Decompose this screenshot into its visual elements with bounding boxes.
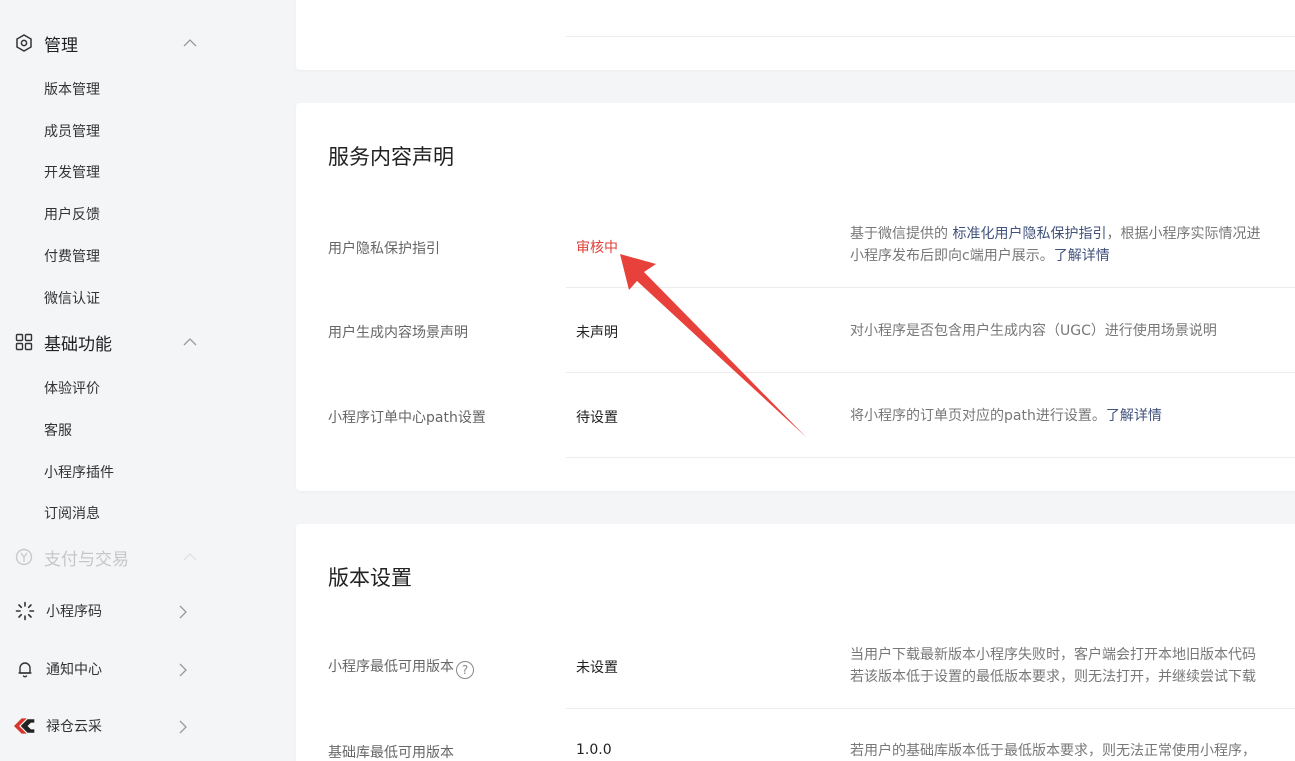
bell-icon: [14, 658, 36, 680]
sidebar-item-customer-service[interactable]: 客服: [44, 420, 72, 440]
row-description: 若用户的基础库版本低于最低版本要求，则无法正常使用小程序，: [850, 743, 1256, 759]
sidebar-item-experience-rating[interactable]: 体验评价: [44, 378, 100, 398]
row-label-text: 小程序最低可用版本: [328, 659, 454, 675]
sidebar-item-version-management[interactable]: 版本管理: [44, 79, 100, 99]
sidebar-item-member-management[interactable]: 成员管理: [44, 121, 100, 141]
sidebar-item-wechat-verification[interactable]: 微信认证: [44, 288, 100, 308]
status-pending-setup[interactable]: 待设置: [576, 407, 618, 427]
status-not-declared[interactable]: 未声明: [576, 322, 618, 342]
desc-text: ，根据小程序实际情况进: [1106, 226, 1261, 242]
row-divider: [566, 457, 1295, 458]
yen-icon: [14, 547, 34, 567]
card-title: 版本设置: [328, 566, 412, 590]
privacy-guide-row: 用户隐私保护指引 审核中 基于微信提供的 标准化用户隐私保护指引，根据小程序实际…: [296, 213, 1295, 288]
version-settings-card: 版本设置 小程序最低可用版本? 未设置 当用户下载最新版本小程序失败时，客户端会…: [296, 524, 1295, 761]
chevron-right-icon: [176, 662, 190, 681]
row-description: 基于微信提供的 标准化用户隐私保护指引，根据小程序实际情况进 小程序发布后即向c…: [850, 223, 1260, 267]
row-label: 基础库最低可用版本: [328, 745, 454, 761]
min-lib-version-row: 基础库最低可用版本 1.0.0 若用户的基础库版本低于最低版本要求，则无法正常使…: [296, 709, 1295, 761]
sidebar-group-payment[interactable]: 支付与交易: [14, 542, 204, 572]
order-center-path-row: 小程序订单中心path设置 待设置 将小程序的订单页对应的path进行设置。了解…: [296, 373, 1295, 458]
row-label: 用户生成内容场景声明: [328, 325, 468, 341]
sidebar-group-label: 管理: [44, 35, 78, 56]
row-description: 当用户下载最新版本小程序失败时，客户端会打开本地旧版本代码 若该版本低于设置的最…: [850, 644, 1256, 688]
row-label: 小程序最低可用版本?: [328, 656, 474, 679]
status-in-review: 审核中: [576, 240, 618, 256]
privacy-guide-link[interactable]: 标准化用户隐私保护指引: [952, 226, 1106, 242]
sidebar-item-notification-center[interactable]: 通知中心: [14, 654, 194, 684]
service-declaration-card: 服务内容声明 用户隐私保护指引 审核中 基于微信提供的 标准化用户隐私保护指引，…: [296, 103, 1295, 491]
desc-text: 若该版本低于设置的最低版本要求，则无法打开，并继续尝试下载: [850, 669, 1256, 685]
chevron-up-icon: [182, 334, 198, 354]
sidebar-item-label: 小程序码: [46, 604, 102, 620]
sidebar-group-management[interactable]: 管理: [14, 28, 204, 58]
sidebar-item-label: 通知中心: [46, 662, 102, 678]
settings-icon: [14, 33, 34, 53]
chevron-up-icon: [182, 549, 198, 569]
sidebar-group-label: 支付与交易: [44, 549, 129, 570]
grid-icon: [14, 332, 34, 352]
help-icon[interactable]: ?: [456, 661, 474, 679]
sidebar-item-qrcode[interactable]: 小程序码: [14, 596, 194, 626]
sidebar-item-payment-management[interactable]: 付费管理: [44, 246, 100, 266]
sidebar-item-dev-management[interactable]: 开发管理: [44, 162, 100, 182]
row-divider: [566, 36, 1295, 37]
learn-more-link[interactable]: 了解详情: [1106, 408, 1162, 424]
sidebar-item-plugins[interactable]: 小程序插件: [44, 462, 114, 482]
lib-version-value[interactable]: 1.0.0: [576, 742, 612, 758]
previous-settings-card: [296, 0, 1295, 70]
desc-text: 基于微信提供的: [850, 226, 948, 242]
brand-logo-icon: [14, 715, 36, 737]
desc-text: 将小程序的订单页对应的path进行设置。: [850, 408, 1106, 424]
sidebar-item-subscription-messages[interactable]: 订阅消息: [44, 503, 100, 523]
sidebar-item-label: 禄仓云采: [46, 719, 102, 735]
row-description: 对小程序是否包含用户生成内容（UGC）进行使用场景说明: [850, 323, 1217, 339]
row-description: 将小程序的订单页对应的path进行设置。了解详情: [850, 405, 1162, 427]
desc-text: 当用户下载最新版本小程序失败时，客户端会打开本地旧版本代码: [850, 647, 1256, 663]
status-not-set[interactable]: 未设置: [576, 657, 618, 677]
row-label: 用户隐私保护指引: [328, 241, 440, 257]
sidebar: 管理 版本管理 成员管理 开发管理 用户反馈 付费管理 微信认证 基础功能 体验…: [0, 0, 240, 761]
sidebar-item-user-feedback[interactable]: 用户反馈: [44, 204, 100, 224]
learn-more-link[interactable]: 了解详情: [1054, 248, 1110, 264]
chevron-right-icon: [176, 604, 190, 623]
min-app-version-row: 小程序最低可用版本? 未设置 当用户下载最新版本小程序失败时，客户端会打开本地旧…: [296, 634, 1295, 709]
sidebar-group-label: 基础功能: [44, 334, 112, 355]
desc-text: 小程序发布后即向c端用户展示。: [850, 248, 1054, 264]
sidebar-group-basic[interactable]: 基础功能: [14, 327, 204, 357]
card-title: 服务内容声明: [328, 145, 454, 169]
ugc-declaration-row: 用户生成内容场景声明 未声明 对小程序是否包含用户生成内容（UGC）进行使用场景…: [296, 288, 1295, 373]
sidebar-item-account[interactable]: 禄仓云采: [14, 711, 194, 741]
qrcode-icon: [14, 600, 36, 622]
row-label: 小程序订单中心path设置: [328, 410, 486, 426]
chevron-up-icon: [182, 35, 198, 55]
chevron-right-icon: [176, 719, 190, 738]
